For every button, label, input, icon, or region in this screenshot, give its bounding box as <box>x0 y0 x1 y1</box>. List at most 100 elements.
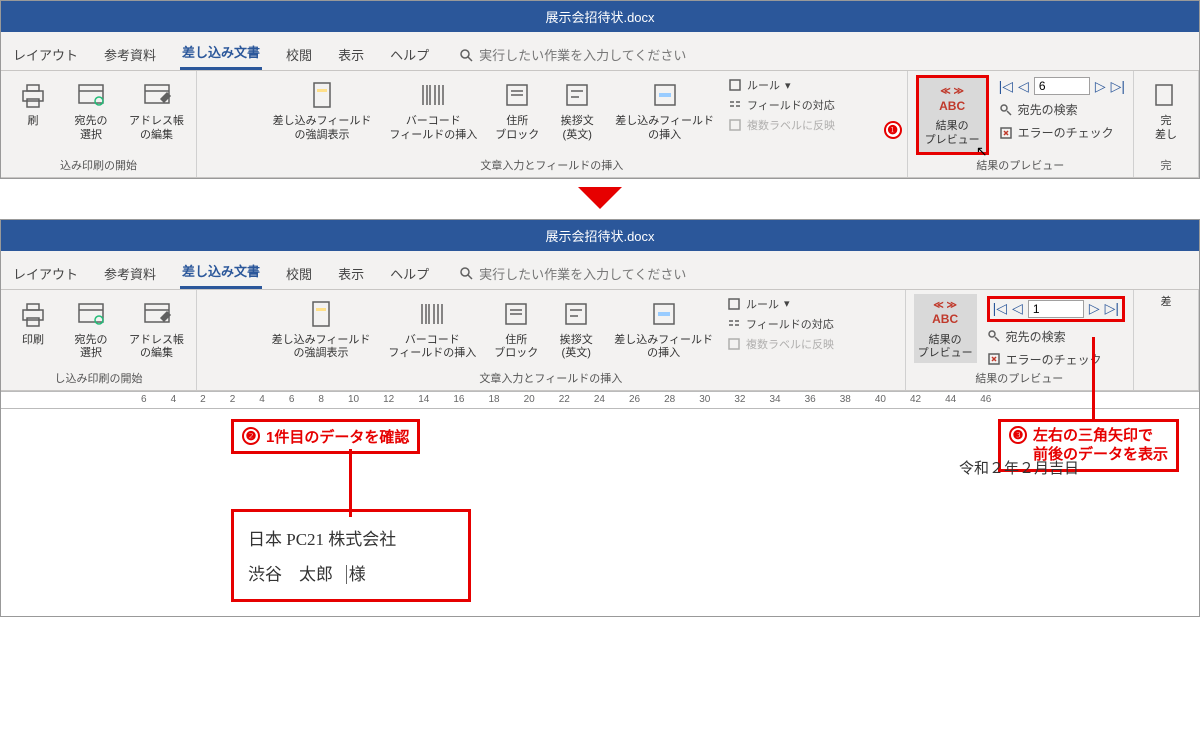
match-icon <box>728 98 742 112</box>
callout-1-badge: ❶ <box>884 121 902 139</box>
update-labels-button: 複数ラベルに反映 <box>728 117 835 133</box>
edit-recipients-button-2[interactable]: アドレス帳 の編集 <box>125 294 188 364</box>
highlight-fields-button[interactable]: 差し込みフィールド の強調表示 <box>269 75 376 145</box>
address-block-button-2[interactable]: 住所 ブロック <box>490 294 542 364</box>
group-label-preview: 結果のプレビュー <box>916 155 1125 175</box>
preview-results-button[interactable]: ≪ ≫ABC 結果の プレビュー <box>921 80 984 150</box>
callout-2-badge: ❷ <box>242 427 260 445</box>
field-name: 渋谷 太郎 <box>248 565 333 584</box>
ruler-tick: 32 <box>734 394 745 405</box>
edit-recipients-icon <box>139 77 175 113</box>
search-placeholder: 実行したい作業を入力してください <box>479 45 686 64</box>
tab-layout-2[interactable]: レイアウト <box>11 260 80 289</box>
address-block-button[interactable]: 住所 ブロック <box>491 75 543 145</box>
callout-3-line <box>1092 337 1095 419</box>
rules-button[interactable]: ルール ▾ <box>728 77 835 93</box>
prev-record-button-2[interactable]: ◁ <box>1012 300 1023 317</box>
tab-view-2[interactable]: 表示 <box>336 260 366 289</box>
ruler-tick: 18 <box>488 394 499 405</box>
group-start-mail-merge-2: 印刷 宛先の 選択 アドレス帳 の編集 し込み印刷の開始 <box>1 290 197 390</box>
cursor-icon: ↖ <box>976 143 988 160</box>
ruler-tick: 14 <box>418 394 429 405</box>
search-icon <box>459 48 473 62</box>
select-recipients-button[interactable]: 宛先の 選択 <box>67 75 115 145</box>
tab-view[interactable]: 表示 <box>336 41 366 70</box>
titlebar: 展示会招待状.docx <box>1 1 1199 32</box>
preview-icon-2: ≪ ≫ABC <box>927 296 963 332</box>
prev-record-button[interactable]: ◁ <box>1018 78 1029 95</box>
ruler-tick: 22 <box>559 394 570 405</box>
rules-button-2[interactable]: ルール▾ <box>727 296 834 312</box>
group-label-write: 文章入力とフィールドの挿入 <box>205 155 899 175</box>
tab-review-2[interactable]: 校閲 <box>284 260 314 289</box>
first-record-button[interactable]: |◁ <box>999 78 1013 95</box>
print-button-2[interactable]: 印刷 <box>9 294 57 350</box>
preview-results-button-2[interactable]: ≪ ≫ABC 結果の プレビュー <box>914 294 977 364</box>
insert-field-icon <box>647 77 683 113</box>
tab-references-2[interactable]: 参考資料 <box>102 260 158 289</box>
recipients-icon <box>73 77 109 113</box>
group-write-insert-2: 差し込みフィールド の強調表示 バーコード フィールドの挿入 住所 ブロック 挨… <box>197 290 906 390</box>
edit-recipients-button[interactable]: アドレス帳 の編集 <box>125 75 188 145</box>
match-fields-button-2[interactable]: フィールドの対応 <box>727 316 834 332</box>
chevron-down-icon: ▾ <box>785 79 791 92</box>
finish-icon <box>1148 77 1184 113</box>
highlight-fields-button-2[interactable]: 差し込みフィールド の強調表示 <box>268 294 375 364</box>
record-number-input-2[interactable] <box>1028 300 1084 318</box>
tab-help-2[interactable]: ヘルプ <box>388 260 431 289</box>
insert-merge-field-button[interactable]: 差し込みフィールド の挿入 <box>611 75 718 145</box>
tab-layout[interactable]: レイアウト <box>11 41 80 70</box>
ruler-tick: 24 <box>594 394 605 405</box>
field-options-2: ルール▾ フィールドの対応 複数ラベルに反映 <box>727 294 834 352</box>
insert-merge-field-button-2[interactable]: 差し込みフィールド の挿入 <box>610 294 717 364</box>
address-block-icon <box>499 77 535 113</box>
first-record-button-2[interactable]: |◁ <box>993 300 1007 317</box>
preview-icon: ≪ ≫ABC <box>934 82 970 118</box>
last-record-button-2[interactable]: ▷| <box>1105 300 1119 317</box>
tab-references[interactable]: 参考資料 <box>102 41 158 70</box>
ruler-tick: 10 <box>348 394 359 405</box>
greeting-icon <box>559 77 595 113</box>
window-top: 展示会招待状.docx レイアウト 参考資料 差し込み文書 校閲 表示 ヘルプ … <box>0 0 1200 179</box>
find-recipient-button[interactable]: 宛先の検索 <box>999 101 1125 118</box>
ruler-tick: 26 <box>629 394 640 405</box>
check-errors-button-2[interactable]: エラーのチェック <box>987 351 1125 368</box>
highlight-icon-2 <box>303 296 339 332</box>
tell-me-search[interactable]: 実行したい作業を入力してください <box>459 45 686 70</box>
document-area: ❷ 1件目のデータを確認 ❸ 左右の三角矢印で 前後のデータを表示 令和２年２月… <box>1 409 1199 616</box>
tab-mailings[interactable]: 差し込み文書 <box>180 38 262 70</box>
ruler-tick: 6 <box>141 394 147 405</box>
barcode-button[interactable]: バーコード フィールドの挿入 <box>385 75 481 145</box>
next-record-button[interactable]: ▷ <box>1095 78 1106 95</box>
tab-mailings-2[interactable]: 差し込み文書 <box>180 257 262 289</box>
update-labels-button-2: 複数ラベルに反映 <box>727 336 834 352</box>
record-number-input[interactable] <box>1034 77 1090 95</box>
finish-merge-button-2[interactable]: 差 <box>1142 294 1190 312</box>
check-errors-button[interactable]: エラーのチェック <box>999 124 1125 141</box>
rules-icon-2 <box>727 297 741 311</box>
ruler-tick: 2 <box>200 394 206 405</box>
ribbon-2: 印刷 宛先の 選択 アドレス帳 の編集 し込み印刷の開始 差し込みフィールド の… <box>1 290 1199 391</box>
field-options: ルール ▾ フィールドの対応 複数ラベルに反映 <box>728 75 835 133</box>
tab-help[interactable]: ヘルプ <box>388 41 431 70</box>
edit-recipients-icon-2 <box>139 296 175 332</box>
ruler-tick: 40 <box>875 394 886 405</box>
greeting-line-button[interactable]: 挨拶文 (英文) <box>553 75 601 145</box>
ruler-tick: 30 <box>699 394 710 405</box>
ruler-tick: 16 <box>453 394 464 405</box>
ruler-tick: 34 <box>769 394 780 405</box>
next-record-button-2[interactable]: ▷ <box>1089 300 1100 317</box>
find-recipient-button-2[interactable]: 宛先の検索 <box>987 328 1125 345</box>
callout-2-text: 1件目のデータを確認 <box>266 426 409 447</box>
greeting-line-button-2[interactable]: 挨拶文 (英文) <box>552 294 600 364</box>
callout-2-line <box>349 449 352 517</box>
tell-me-search-2[interactable]: 実行したい作業を入力してください <box>459 264 686 289</box>
match-fields-button[interactable]: フィールドの対応 <box>728 97 835 113</box>
last-record-button[interactable]: ▷| <box>1111 78 1125 95</box>
ruler-tick: 42 <box>910 394 921 405</box>
tab-review[interactable]: 校閲 <box>284 41 314 70</box>
print-button[interactable]: 刷 <box>9 75 57 131</box>
finish-merge-button[interactable]: 完 差し <box>1142 75 1190 145</box>
barcode-button-2[interactable]: バーコード フィールドの挿入 <box>384 294 480 364</box>
select-recipients-button-2[interactable]: 宛先の 選択 <box>67 294 115 364</box>
